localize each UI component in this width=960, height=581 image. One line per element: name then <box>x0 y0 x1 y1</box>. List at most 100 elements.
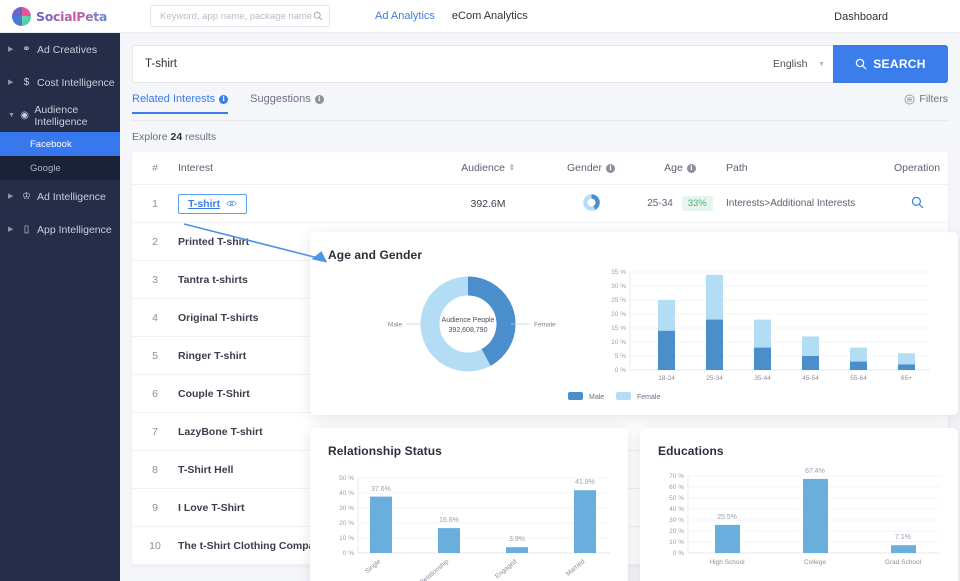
row-interest: T-shirt <box>178 193 428 214</box>
y-tick: 20 % <box>339 520 354 527</box>
age-gender-title: Age and Gender <box>328 248 423 262</box>
nav-dashboard[interactable]: Dashboard <box>834 11 888 23</box>
filters-button[interactable]: Filters <box>904 93 948 105</box>
row-operation[interactable] <box>886 196 948 212</box>
nav-ecom-analytics[interactable]: eCom Analytics <box>452 10 528 22</box>
sidebar-item-audience-intelligence[interactable]: ▼ ◉ Audience Intelligence <box>0 99 120 132</box>
donut-label-female: Female <box>534 322 556 329</box>
y-tick: 20 % <box>669 528 684 535</box>
row-num: 7 <box>152 425 158 438</box>
top-bar: SocialPeta Ad Analytics eCom Analytics D… <box>0 0 960 33</box>
table-row[interactable]: 1 T-shirt 392.6M 25-34 33% Interests>Add… <box>132 185 948 223</box>
language-value: English <box>773 58 808 70</box>
brand-logo[interactable]: SocialPeta <box>0 0 120 33</box>
sidebar-item-label: Ad Creatives <box>37 43 98 56</box>
x-tick: 65+ <box>901 375 912 382</box>
global-search[interactable] <box>150 5 330 27</box>
chevron-down-icon: ▼ <box>8 112 15 119</box>
sidebar-item-google[interactable]: Google <box>0 156 120 180</box>
bar-female <box>802 336 819 356</box>
y-tick: 35 % <box>611 269 626 276</box>
x-tick: Relationship <box>418 558 450 581</box>
magnifier-icon[interactable] <box>911 196 924 209</box>
selected-interest-box[interactable]: T-shirt <box>178 193 248 214</box>
bar-relationship <box>438 528 460 553</box>
bar-male <box>802 356 819 370</box>
row-num: 10 <box>149 539 161 552</box>
chevron-right-icon: ▶ <box>8 226 14 233</box>
educations-panel: Educations 70 % 60 % 50 % 40 % 30 % 20 %… <box>640 428 958 581</box>
results-suffix: results <box>185 131 217 143</box>
bar-female <box>898 353 915 365</box>
results-prefix: Explore <box>132 131 168 143</box>
mobile-icon: ▯ <box>23 224 30 235</box>
tab-related-interests[interactable]: Related Interests i <box>132 93 229 114</box>
bar-single <box>370 496 392 553</box>
y-tick: 30 % <box>611 283 626 290</box>
sidebar-item-ad-creatives[interactable]: ▶ ⚭ Ad Creatives <box>0 33 120 66</box>
chevron-down-icon: ▼ <box>818 60 825 68</box>
donut-center-value: 392,608,790 <box>449 327 488 334</box>
age-range: 25-34 <box>647 198 673 209</box>
sidebar-item-facebook[interactable]: Facebook <box>0 132 120 156</box>
chevron-right-icon: ▶ <box>8 193 14 200</box>
row-audience: 392.6M <box>470 197 506 210</box>
search-button[interactable]: SEARCH <box>833 45 948 83</box>
gender-donut-chart: Audience People 392,608,790 Male Female <box>388 276 556 372</box>
eye-icon[interactable] <box>226 199 237 208</box>
bar-male <box>658 330 675 370</box>
row-num: 4 <box>152 311 158 324</box>
tab-suggestions[interactable]: Suggestions i <box>250 93 324 113</box>
sidebar-item-label: Cost Intelligence <box>37 76 115 89</box>
y-tick: 15 % <box>611 325 626 332</box>
column-header-interest: Interest <box>178 162 214 174</box>
educations-chart: 70 % 60 % 50 % 40 % 30 % 20 % 10 % 0 % 2… <box>669 468 940 566</box>
filters-label: Filters <box>919 93 948 105</box>
tab-label: Related Interests <box>132 93 216 105</box>
y-tick: 70 % <box>669 473 684 480</box>
row-path: Interests>Additional Interests <box>726 198 856 209</box>
language-select[interactable]: English ▼ <box>763 45 833 83</box>
sidebar-item-cost-intelligence[interactable]: ▶ $ Cost Intelligence <box>0 66 120 99</box>
keyword-input[interactable]: T-shirt <box>132 45 763 83</box>
interest-link[interactable]: T-shirt <box>188 198 220 210</box>
age-gender-bar-chart: 35 % 30 % 25 % 20 % 15 % 10 % 5 % 0 % 18… <box>568 269 930 401</box>
x-tick: College <box>804 559 826 566</box>
info-icon[interactable]: i <box>314 94 324 104</box>
y-tick: 0 % <box>673 550 684 557</box>
keyword-value: T-shirt <box>145 58 177 70</box>
y-tick: 30 % <box>669 517 684 524</box>
sidebar-item-ad-intelligence[interactable]: ▶ ♔ Ad Intelligence <box>0 180 120 213</box>
bar-female <box>754 319 771 348</box>
app-root: SocialPeta Ad Analytics eCom Analytics D… <box>0 0 960 581</box>
nav-ad-analytics[interactable]: Ad Analytics <box>375 10 435 22</box>
x-tick: Engaged <box>494 558 519 580</box>
info-icon[interactable]: i <box>606 163 616 173</box>
bar-value-label: 25.5% <box>717 514 737 521</box>
relationship-chart: 50 % 40 % 30 % 20 % 10 % 0 % 37.6% Singl… <box>339 475 610 581</box>
info-icon[interactable]: i <box>686 163 696 173</box>
results-number: 24 <box>170 131 183 143</box>
legend-label-male: Male <box>589 394 604 401</box>
sort-icon[interactable]: ▲ ▼ <box>509 163 515 173</box>
sidebar-item-app-intelligence[interactable]: ▶ ▯ App Intelligence <box>0 213 120 246</box>
chevron-right-icon: ▶ <box>8 79 14 86</box>
column-header-gender-label: Gender <box>566 162 603 174</box>
column-header-audience[interactable]: Audience ▲ ▼ <box>428 162 548 174</box>
bar-male <box>706 319 723 370</box>
sidebar-item-label: Ad Intelligence <box>37 190 106 203</box>
y-tick: 50 % <box>339 475 354 482</box>
legend-swatch-male <box>568 392 583 400</box>
bar-male <box>754 347 771 370</box>
global-search-input[interactable] <box>160 10 313 22</box>
info-icon[interactable]: i <box>219 94 229 104</box>
results-count: Explore 24 results <box>132 131 948 143</box>
search-button-label: SEARCH <box>873 57 926 71</box>
y-tick: 50 % <box>669 495 684 502</box>
donut-label-male: Male <box>388 322 402 329</box>
sidebar-item-label: Audience Intelligence <box>34 103 88 128</box>
age-gender-chart: Audience People 392,608,790 Male Female <box>388 269 930 401</box>
bar-engaged <box>506 547 528 553</box>
bulb-icon: ⚭ <box>22 44 31 55</box>
y-tick: 5 % <box>615 353 626 360</box>
